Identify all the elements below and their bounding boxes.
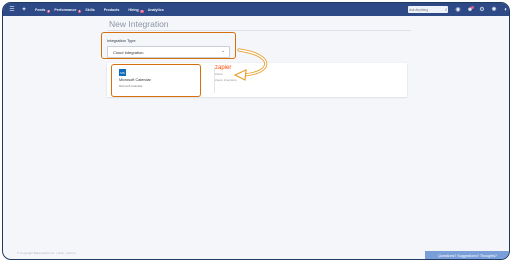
feedback-button[interactable]: Questions? Suggestions? Thoughts?	[425, 251, 509, 259]
curved-arrow-icon	[233, 48, 268, 81]
app-window: ☰ ✦ Feeds 2 Performance 1 Skills Products …	[2, 2, 510, 260]
footer-copyright: © Copyright Betterworks Inc. | Tech. | T…	[17, 251, 76, 255]
